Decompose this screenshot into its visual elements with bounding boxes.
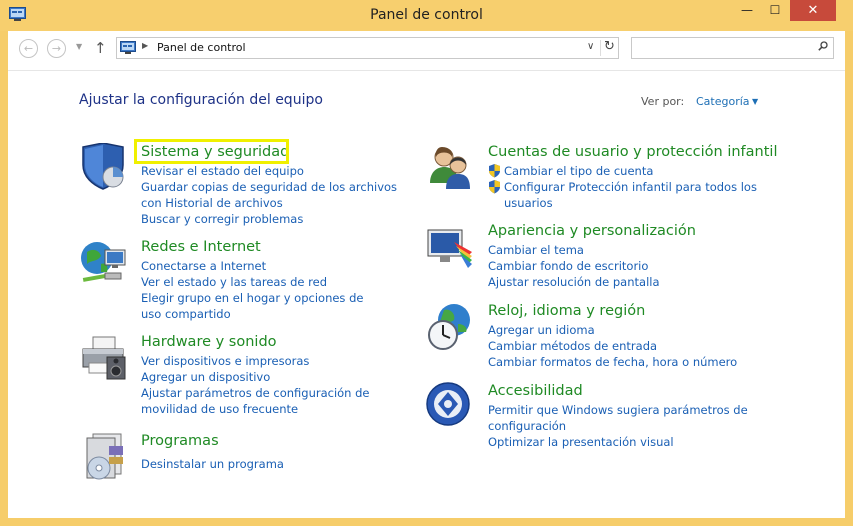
control-panel-icon	[120, 41, 136, 54]
category-title-user-accounts[interactable]: Cuentas de usuario y protección infantil	[488, 143, 777, 161]
clock-globe-icon[interactable]	[426, 302, 476, 352]
breadcrumb-arrow-icon[interactable]: ▶	[142, 41, 148, 50]
recent-locations-button[interactable]: ▼	[76, 42, 82, 51]
up-button[interactable]: ↑	[94, 39, 107, 57]
shield-icon[interactable]	[79, 143, 129, 193]
address-separator	[600, 40, 601, 56]
link-add-device[interactable]: Agregar un dispositivo	[141, 369, 411, 385]
back-button[interactable]: ←	[19, 39, 38, 58]
view-by-dropdown[interactable]: Categoría	[696, 95, 750, 108]
category-accessibility: Accesibilidad Permitir que Windows sugie…	[426, 382, 786, 467]
category-title-programs[interactable]: Programas	[141, 432, 219, 450]
link-troubleshoot[interactable]: Buscar y corregir problemas	[141, 211, 411, 227]
link-uninstall-program[interactable]: Desinstalar un programa	[141, 456, 381, 472]
category-hardware-sound: Hardware y sonido Ver dispositivos e imp…	[79, 333, 409, 418]
link-change-theme[interactable]: Cambiar el tema	[488, 242, 758, 258]
breadcrumb-control-panel[interactable]: Panel de control	[157, 41, 246, 54]
link-desktop-background[interactable]: Cambiar fondo de escritorio	[488, 258, 758, 274]
close-button[interactable]: ✕	[790, 0, 836, 21]
category-title-appearance[interactable]: Apariencia y personalización	[488, 222, 696, 240]
control-panel-window: Panel de control — ☐ ✕ ← → ▼ ↑ ▶ Panel d…	[0, 0, 853, 526]
link-date-time-formats[interactable]: Cambiar formatos de fecha, hora o número	[488, 354, 758, 370]
link-file-history[interactable]: Guardar copias de seguridad de los archi…	[141, 179, 411, 211]
maximize-button[interactable]: ☐	[762, 0, 788, 21]
printer-icon[interactable]	[79, 333, 129, 383]
search-input[interactable]	[631, 37, 834, 59]
search-icon[interactable]	[818, 41, 828, 51]
title-bar[interactable]: Panel de control — ☐ ✕	[0, 0, 853, 31]
link-windows-suggest-settings[interactable]: Permitir que Windows sugiera parámetros …	[488, 402, 748, 434]
address-bar[interactable]: ▶ Panel de control ∨ ↻	[116, 37, 619, 59]
link-devices-printers[interactable]: Ver dispositivos e impresoras	[141, 353, 411, 369]
selection-highlight	[134, 139, 289, 164]
view-by-label: Ver por:	[641, 95, 685, 108]
view-by-chevron-icon[interactable]: ▼	[752, 97, 758, 106]
navigation-bar: ← → ▼ ↑ ▶ Panel de control ∨ ↻	[8, 31, 845, 71]
network-icon[interactable]	[79, 238, 129, 288]
content-area: ← → ▼ ↑ ▶ Panel de control ∨ ↻ Ajustar l…	[8, 31, 845, 518]
category-clock-language: Reloj, idioma y región Agregar un idioma…	[426, 302, 786, 372]
category-title-network-internet[interactable]: Redes e Internet	[141, 238, 261, 256]
link-homegroup[interactable]: Elegir grupo en el hogar y opciones de u…	[141, 290, 381, 322]
link-review-status[interactable]: Revisar el estado del equipo	[141, 163, 411, 179]
page-heading: Ajustar la configuración del equipo	[79, 92, 323, 108]
category-appearance: Apariencia y personalización Cambiar el …	[426, 222, 786, 292]
address-dropdown-button[interactable]: ∨	[587, 41, 594, 52]
link-text[interactable]: Cambiar el tipo de cuenta	[504, 164, 653, 178]
link-optimize-display[interactable]: Optimizar la presentación visual	[488, 434, 748, 450]
link-parental-controls[interactable]: Configurar Protección infantil para todo…	[488, 179, 778, 211]
window-title: Panel de control	[370, 7, 483, 23]
link-add-language[interactable]: Agregar un idioma	[488, 322, 758, 338]
link-text[interactable]: Configurar Protección infantil para todo…	[504, 180, 757, 210]
forward-button[interactable]: →	[47, 39, 66, 58]
category-programs: Programas Desinstalar un programa	[79, 432, 399, 487]
link-input-methods[interactable]: Cambiar métodos de entrada	[488, 338, 758, 354]
users-icon[interactable]	[426, 143, 476, 193]
programs-icon[interactable]	[79, 432, 129, 482]
link-network-status[interactable]: Ver el estado y las tareas de red	[141, 274, 381, 290]
accessibility-icon[interactable]	[426, 382, 476, 432]
category-title-hardware-sound[interactable]: Hardware y sonido	[141, 333, 277, 351]
monitor-icon[interactable]	[426, 222, 476, 272]
link-mobility-settings[interactable]: Ajustar parámetros de configuración de m…	[141, 385, 411, 417]
uac-shield-icon	[489, 164, 500, 178]
category-user-accounts: Cuentas de usuario y protección infantil…	[426, 143, 786, 228]
link-connect-internet[interactable]: Conectarse a Internet	[141, 258, 381, 274]
category-title-clock-language[interactable]: Reloj, idioma y región	[488, 302, 645, 320]
refresh-button[interactable]: ↻	[604, 39, 615, 54]
minimize-button[interactable]: —	[734, 0, 760, 21]
link-change-account-type[interactable]: Cambiar el tipo de cuenta	[488, 163, 778, 179]
uac-shield-icon	[489, 180, 500, 194]
link-screen-resolution[interactable]: Ajustar resolución de pantalla	[488, 274, 758, 290]
category-title-accessibility[interactable]: Accesibilidad	[488, 382, 583, 400]
category-network-internet: Redes e Internet Conectarse a Internet V…	[79, 238, 399, 323]
